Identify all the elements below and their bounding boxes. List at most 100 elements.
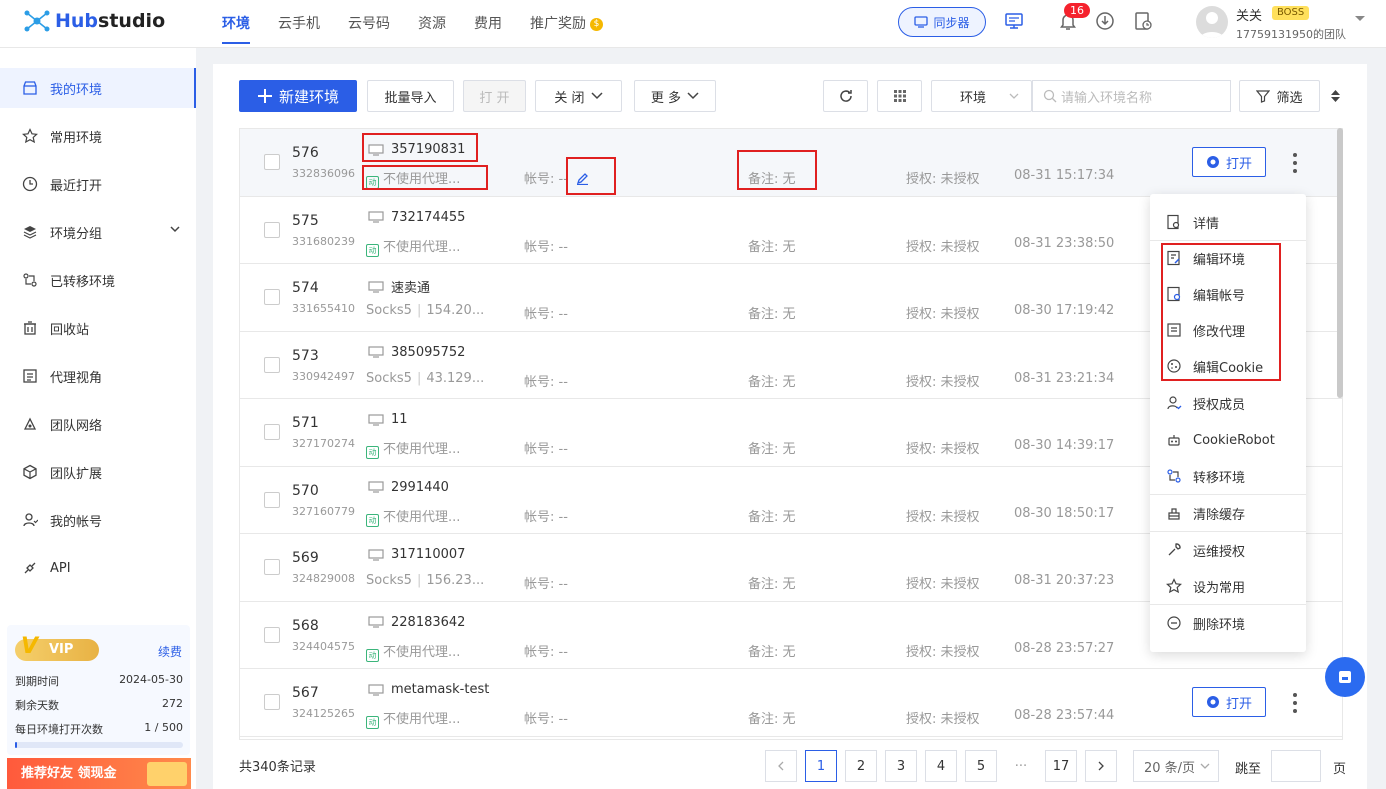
row-checkbox[interactable] <box>264 491 280 508</box>
pagination-page[interactable]: 17 <box>1045 750 1077 782</box>
sidebar-item-team-extension[interactable]: 团队扩展 <box>0 452 196 492</box>
nav-tab-env[interactable]: 环境 <box>208 0 264 48</box>
env-proxy[interactable]: Socks5 | 154.20... <box>366 303 484 318</box>
new-env-button[interactable]: 新建环境 <box>239 80 357 112</box>
chrome-icon <box>1206 155 1220 169</box>
sync-button[interactable]: 同步器 <box>898 7 986 37</box>
sidebar-item-api[interactable]: API <box>0 548 196 588</box>
env-name[interactable]: 385095752 <box>368 345 465 360</box>
env-name[interactable]: 732174455 <box>368 210 465 225</box>
row-checkbox[interactable] <box>264 154 280 170</box>
sidebar-item-groups[interactable]: 环境分组 <box>0 212 196 252</box>
sidebar-item-label: 我的环境 <box>50 82 103 98</box>
row-open-button[interactable]: 打开 <box>1192 147 1266 177</box>
env-account: 帐号: -- <box>524 371 568 390</box>
row-checkbox[interactable] <box>264 289 280 305</box>
env-name[interactable]: 速卖通 <box>368 277 430 296</box>
table-scrollbar[interactable] <box>1337 128 1343 398</box>
table-row[interactable]: 567 324125265 metamask-test 动不使用代理... 帐号: --… <box>240 669 1342 737</box>
grid-view-button[interactable] <box>877 80 922 112</box>
goto-page-input[interactable] <box>1271 750 1321 782</box>
env-name[interactable]: 2991440 <box>368 480 449 495</box>
monitor-icon[interactable] <box>1002 8 1026 34</box>
avatar[interactable] <box>1196 6 1228 38</box>
more-dropdown[interactable]: 更 多 <box>634 80 716 112</box>
open-selected-button[interactable]: 打 开 <box>463 80 526 112</box>
refresh-button[interactable] <box>823 80 868 112</box>
env-proxy[interactable]: 动不使用代理... <box>366 641 460 662</box>
transfer-icon <box>1167 469 1181 483</box>
env-proxy[interactable]: Socks5 | 156.23... <box>366 573 484 588</box>
schedule-icon[interactable] <box>1131 8 1155 34</box>
menu-item-label: 详情 <box>1193 216 1220 232</box>
env-proxy[interactable]: 动不使用代理... <box>366 438 460 459</box>
row-checkbox[interactable] <box>264 694 280 710</box>
nav-tab-cloud-number[interactable]: 云号码 <box>334 0 404 48</box>
env-note: 备注: 无 <box>748 307 796 322</box>
row-more-icon[interactable] <box>1290 153 1300 173</box>
search-scope-select[interactable]: 环境 <box>931 80 1032 112</box>
menu-item-wrench[interactable]: 运维授权 <box>1150 532 1306 568</box>
wrench-icon <box>1168 543 1181 556</box>
sidebar-item-transferred[interactable]: 已转移环境 <box>0 260 196 300</box>
pagination-prev-button[interactable] <box>765 750 797 782</box>
pagination-next-button[interactable] <box>1085 750 1117 782</box>
env-proxy[interactable]: Socks5 | 43.129... <box>366 371 484 386</box>
close-dropdown[interactable]: 关 闭 <box>535 80 622 112</box>
row-checkbox[interactable] <box>264 356 280 373</box>
env-time: 08-28 23:57:27 <box>1014 640 1115 656</box>
batch-import-button[interactable]: 批量导入 <box>367 80 454 112</box>
filter-button[interactable]: 筛选 <box>1239 80 1320 112</box>
sidebar-item-my-env[interactable]: 我的环境 <box>0 68 196 108</box>
menu-item-transfer[interactable]: 转移环境 <box>1150 458 1306 494</box>
search-input[interactable]: 请输入环境名称 <box>1061 87 1152 106</box>
nav-tab-resources[interactable]: 资源 <box>404 0 460 48</box>
pagination-ellipsis[interactable]: ··· <box>1005 750 1037 782</box>
row-checkbox[interactable] <box>264 424 280 440</box>
sidebar-item-my-account[interactable]: 我的帐号 <box>0 500 196 540</box>
env-name[interactable]: 11 <box>368 412 408 427</box>
menu-item-member[interactable]: 授权成员 <box>1150 385 1306 421</box>
menu-item-detail[interactable]: 详情 <box>1150 204 1306 240</box>
trash-icon <box>24 321 36 335</box>
sidebar-item-recycle-bin[interactable]: 回收站 <box>0 308 196 348</box>
page-size-select[interactable]: 20 条/页 <box>1133 750 1219 782</box>
env-proxy[interactable]: 动不使用代理... <box>366 236 460 257</box>
nav-tab-rewards[interactable]: 推广奖励 $ <box>516 0 617 48</box>
renew-link[interactable]: 续费 <box>158 643 182 660</box>
pagination-page[interactable]: 3 <box>885 750 917 782</box>
row-open-button[interactable]: 打开 <box>1192 687 1266 717</box>
sidebar-item-recent[interactable]: 最近打开 <box>0 164 196 204</box>
env-name[interactable]: 228183642 <box>368 615 465 630</box>
sidebar-item-label: 常用环境 <box>50 130 103 146</box>
menu-item-star[interactable]: 设为常用 <box>1150 568 1306 604</box>
menu-item-clear-cache[interactable]: 清除缓存 <box>1150 495 1306 531</box>
pagination-page[interactable]: 1 <box>805 750 837 782</box>
nav-tab-billing[interactable]: 费用 <box>460 0 516 48</box>
download-icon[interactable] <box>1093 8 1117 34</box>
row-more-icon[interactable] <box>1290 693 1300 713</box>
nav-tab-cloud-phone[interactable]: 云手机 <box>264 0 334 48</box>
env-name[interactable]: metamask-test <box>368 682 489 697</box>
pagination-page[interactable]: 2 <box>845 750 877 782</box>
menu-item-delete[interactable]: 删除环境 <box>1150 605 1306 641</box>
pagination-page[interactable]: 4 <box>925 750 957 782</box>
env-proxy[interactable]: 动不使用代理... <box>366 506 460 527</box>
env-proxy[interactable]: 动不使用代理... <box>366 708 460 729</box>
menu-item-robot[interactable]: CookieRobot <box>1150 422 1306 458</box>
refresh-icon <box>839 90 852 102</box>
app-logo[interactable]: Hub studio <box>22 8 165 34</box>
row-checkbox[interactable] <box>264 221 280 238</box>
pagination-page[interactable]: 5 <box>965 750 997 782</box>
support-chat-button[interactable] <box>1325 657 1365 697</box>
sidebar-item-favorites[interactable]: 常用环境 <box>0 116 196 156</box>
user-menu-caret-icon[interactable] <box>1354 15 1366 23</box>
sidebar-item-proxy-view[interactable]: 代理视角 <box>0 356 196 396</box>
sort-icon[interactable] <box>1331 90 1340 102</box>
env-name[interactable]: 317110007 <box>368 547 465 562</box>
promo-banner[interactable]: 推荐好友 领现金 <box>7 758 191 789</box>
sidebar-item-team-network[interactable]: 团队网络 <box>0 404 196 444</box>
proxy-icon <box>23 369 37 383</box>
row-checkbox[interactable] <box>264 559 280 575</box>
row-checkbox[interactable] <box>264 626 280 643</box>
